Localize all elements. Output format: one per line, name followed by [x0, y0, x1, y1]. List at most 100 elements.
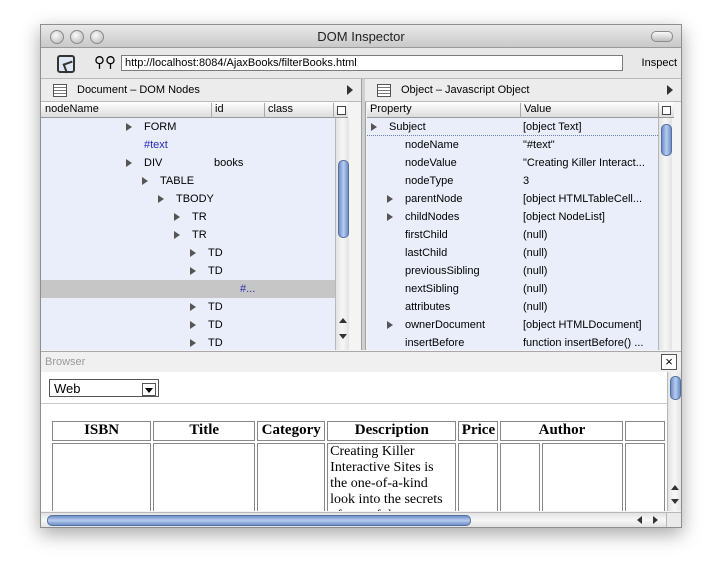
- category-select[interactable]: Web: [49, 379, 159, 397]
- cell-category: [257, 443, 326, 511]
- expand-triangle-icon[interactable]: [387, 321, 393, 329]
- left-column-picker[interactable]: [333, 102, 348, 118]
- table-row: Creating Killer Interactive Sites is the…: [52, 443, 665, 511]
- column-nodename[interactable]: nodeName: [45, 103, 99, 115]
- left-scroll-thumb[interactable]: [338, 160, 349, 238]
- property-row[interactable]: firstChild (null): [367, 226, 658, 244]
- inspect-pointer-icon[interactable]: [57, 55, 75, 73]
- tree-row[interactable]: TR: [41, 208, 335, 226]
- tree-row[interactable]: TBODY: [41, 190, 335, 208]
- horizontal-scroll-thumb[interactable]: [47, 515, 471, 526]
- expand-triangle-icon[interactable]: [126, 123, 132, 131]
- column-separator[interactable]: [211, 103, 212, 118]
- header-description: Description: [327, 421, 457, 441]
- expand-triangle-icon[interactable]: [371, 123, 377, 131]
- pane-splitter[interactable]: [361, 79, 366, 350]
- tree-row[interactable]: TD: [41, 334, 335, 350]
- column-separator[interactable]: [264, 103, 265, 118]
- expand-triangle-icon[interactable]: [190, 303, 196, 311]
- expand-triangle-icon[interactable]: [190, 249, 196, 257]
- property-row[interactable]: childNodes [object NodeList]: [367, 208, 658, 226]
- right-column-picker[interactable]: [658, 102, 673, 118]
- property-row[interactable]: parentNode [object HTMLTableCell...: [367, 190, 658, 208]
- property-row[interactable]: attributes (null): [367, 298, 658, 316]
- expand-triangle-icon[interactable]: [126, 159, 132, 167]
- scroll-left-icon[interactable]: [637, 516, 642, 524]
- right-scroll-thumb[interactable]: [661, 124, 672, 156]
- browser-horizontal-scrollbar[interactable]: [41, 512, 667, 527]
- property-row[interactable]: Subject [object Text]: [367, 118, 658, 136]
- tree-row[interactable]: TD: [41, 316, 335, 334]
- left-vertical-scrollbar[interactable]: [335, 118, 349, 350]
- tree-row[interactable]: TABLE: [41, 172, 335, 190]
- property-name: Subject: [389, 121, 426, 133]
- tree-row[interactable]: #text: [41, 136, 335, 154]
- property-row[interactable]: previousSibling (null): [367, 262, 658, 280]
- tree-row[interactable]: FORM: [41, 118, 335, 136]
- property-row[interactable]: insertBefore function insertBefore() ...: [367, 334, 658, 350]
- expand-triangle-icon[interactable]: [142, 177, 148, 185]
- tree-row[interactable]: #...: [41, 280, 335, 298]
- property-name: insertBefore: [405, 337, 465, 349]
- expand-triangle-icon[interactable]: [190, 321, 196, 329]
- expand-triangle-icon[interactable]: [158, 195, 164, 203]
- scroll-right-icon[interactable]: [653, 516, 658, 524]
- tree-row[interactable]: TR: [41, 226, 335, 244]
- browser-vertical-scrollbar[interactable]: [667, 372, 681, 511]
- pane-arrow-icon[interactable]: [667, 85, 673, 95]
- property-row[interactable]: lastChild (null): [367, 244, 658, 262]
- column-property[interactable]: Property: [370, 103, 412, 115]
- property-row[interactable]: nodeValue "Creating Killer Interact...: [367, 154, 658, 172]
- toolbar-toggle-button[interactable]: [651, 31, 673, 42]
- header-author: Author: [500, 421, 624, 441]
- resize-grip[interactable]: [666, 512, 681, 527]
- column-picker-icon[interactable]: [333, 103, 348, 118]
- pane-menu-icon[interactable]: [53, 84, 67, 97]
- expand-triangle-icon[interactable]: [174, 213, 180, 221]
- binoculars-icon[interactable]: ⚲⚲: [94, 53, 116, 71]
- dom-node-tree[interactable]: FORM #text DIV books TABLE TBODY TR TR TD TD #... T…: [41, 118, 335, 350]
- scroll-up-icon[interactable]: [671, 485, 679, 490]
- column-value[interactable]: Value: [524, 103, 551, 115]
- divider: [41, 403, 667, 404]
- expand-triangle-icon[interactable]: [387, 213, 393, 221]
- property-name: attributes: [405, 301, 451, 313]
- scroll-up-icon[interactable]: [339, 318, 347, 323]
- cell-author-a: [500, 443, 541, 511]
- expand-triangle-icon[interactable]: [190, 339, 196, 347]
- title-bar[interactable]: DOM Inspector: [41, 25, 681, 48]
- property-row[interactable]: nodeName "#text": [367, 136, 658, 154]
- expand-triangle-icon[interactable]: [190, 267, 196, 275]
- tree-row[interactable]: TD: [41, 262, 335, 280]
- left-pane-title[interactable]: Document – DOM Nodes: [77, 84, 200, 96]
- right-vertical-scrollbar[interactable]: [658, 118, 672, 350]
- browser-header: Browser ×: [41, 351, 681, 373]
- chevron-down-icon[interactable]: [142, 383, 156, 396]
- column-class[interactable]: class: [268, 103, 293, 115]
- node-name: TD: [208, 265, 223, 277]
- property-row[interactable]: nodeType 3: [367, 172, 658, 190]
- property-value: function insertBefore() ...: [523, 337, 644, 349]
- column-separator[interactable]: [520, 103, 521, 118]
- property-row[interactable]: ownerDocument [object HTMLDocument]: [367, 316, 658, 334]
- expand-triangle-icon[interactable]: [387, 195, 393, 203]
- pane-arrow-icon[interactable]: [347, 85, 353, 95]
- close-browser-icon[interactable]: ×: [661, 354, 677, 370]
- column-id[interactable]: id: [215, 103, 224, 115]
- property-row[interactable]: nextSibling (null): [367, 280, 658, 298]
- pane-menu-icon[interactable]: [377, 84, 391, 97]
- right-pane-title[interactable]: Object – Javascript Object: [401, 84, 529, 96]
- tree-row[interactable]: DIV books: [41, 154, 335, 172]
- url-field[interactable]: http://localhost:8084/AjaxBooks/filterBo…: [121, 55, 623, 71]
- browser-scroll-thumb[interactable]: [670, 376, 681, 400]
- inspect-button[interactable]: Inspect: [642, 57, 677, 69]
- tree-row[interactable]: TD: [41, 298, 335, 316]
- cell-description: Creating Killer Interactive Sites is the…: [327, 443, 457, 511]
- tree-row[interactable]: TD: [41, 244, 335, 262]
- object-property-tree[interactable]: Subject [object Text] nodeName "#text" nodeV…: [367, 118, 658, 350]
- column-picker-icon[interactable]: [658, 103, 673, 118]
- expand-triangle-icon[interactable]: [174, 231, 180, 239]
- scroll-down-icon[interactable]: [339, 334, 347, 339]
- node-name: #...: [240, 283, 256, 295]
- scroll-down-icon[interactable]: [671, 499, 679, 504]
